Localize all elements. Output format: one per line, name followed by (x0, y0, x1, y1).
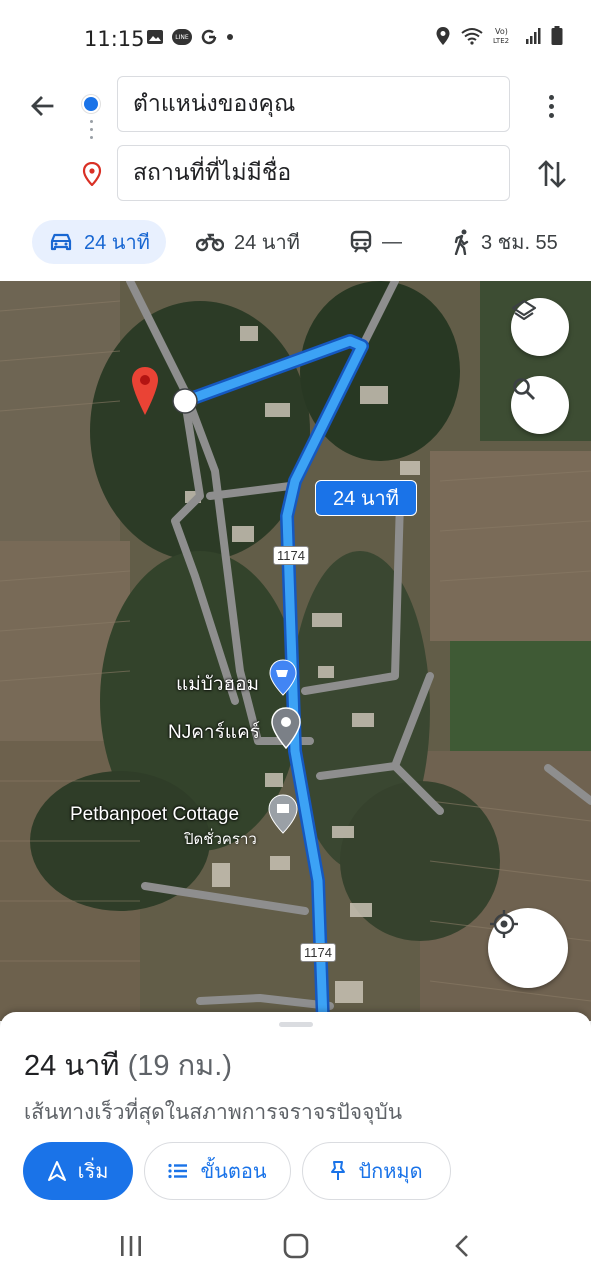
crosshair-icon (490, 910, 518, 938)
back-button[interactable] (22, 86, 62, 126)
tab-motorcycle[interactable]: 24 นาที (196, 220, 300, 264)
recent-apps-button[interactable] (106, 1228, 156, 1264)
route-description: เส้นทางเร็วที่สุดในสภาพการจราจรปัจจุบัน (24, 1101, 403, 1124)
start-button[interactable]: เริ่ม (23, 1142, 133, 1200)
pin-button[interactable]: ปักหมุด (302, 1142, 451, 1200)
origin-field-text: ตำแหน่งของคุณ (133, 90, 296, 116)
destination-field[interactable]: สถานที่ที่ไม่มีชื่อ (117, 145, 510, 201)
pushpin-icon (331, 1161, 346, 1180)
directions-header: ตำแหน่งของคุณ สถานที่ที่ไม่มีชื่อ 24 นาท… (0, 76, 591, 281)
home-button[interactable] (271, 1228, 321, 1264)
walking-icon (454, 229, 469, 255)
swap-icon[interactable] (534, 154, 570, 194)
tab-walking[interactable]: 3 ชม. 55 (453, 220, 558, 264)
car-icon (50, 233, 72, 251)
tab-motorcycle-label: 24 นาที (234, 232, 300, 254)
poi-shop-label[interactable]: แม่บัวฮอม (176, 669, 259, 699)
destination-pin-icon (82, 162, 102, 186)
recent-apps-icon (121, 1236, 141, 1256)
route-duration: 24 นาที (24, 1050, 120, 1082)
status-left-icons: LINE (146, 28, 234, 46)
drag-handle[interactable] (279, 1022, 313, 1027)
poi-cottage-label[interactable]: Petbanpoet Cottage (70, 804, 239, 826)
poi-car-care-label[interactable]: NJคาร์แคร์ (168, 717, 260, 747)
signal-icon (526, 28, 541, 44)
svg-text:LTE2: LTE2 (493, 37, 509, 45)
origin-dot-icon (84, 97, 98, 111)
search-along-route-button[interactable] (511, 376, 569, 434)
destination-field-text: สถานที่ที่ไม่มีชื่อ (133, 159, 292, 185)
tab-driving-label: 24 นาที (84, 232, 150, 254)
travel-mode-tabs: 24 นาที 24 นาที — 3 ชม. 55 (0, 220, 591, 264)
my-location-button[interactable] (488, 908, 568, 988)
pin-button-label: ปักหมุด (358, 1161, 423, 1183)
dot-icon (227, 34, 233, 40)
system-back-button[interactable] (437, 1228, 487, 1264)
layers-button[interactable] (511, 298, 569, 356)
origin-field[interactable]: ตำแหน่งของคุณ (117, 76, 510, 132)
system-nav-bar (0, 1210, 591, 1280)
wifi-icon (461, 28, 483, 45)
line-icon: LINE (172, 29, 192, 45)
google-icon (201, 29, 217, 45)
home-icon (283, 1233, 309, 1259)
road-shield: 1174 (273, 546, 309, 565)
svg-text:Vo): Vo) (495, 27, 508, 36)
motorcycle-icon (196, 233, 224, 252)
connector-dots-icon (90, 120, 93, 150)
more-options-button[interactable] (536, 86, 566, 126)
map-view[interactable]: แม่บัวฮอม NJคาร์แคร์ Petbanpoet Cottage … (0, 281, 591, 1021)
gallery-icon (147, 30, 163, 44)
status-time: 11:15 (84, 27, 145, 51)
status-right-icons: Vo) LTE2 (435, 26, 563, 46)
steps-button[interactable]: ขั้นตอน (144, 1142, 291, 1200)
battery-icon (551, 26, 563, 45)
tab-walking-label: 3 ชม. 55 (481, 232, 558, 254)
layers-icon (511, 299, 537, 321)
tab-transit-label: — (382, 230, 402, 253)
start-button-label: เริ่ม (77, 1161, 109, 1183)
poi-cottage-status: ปิดชั่วคราว (184, 831, 257, 848)
chevron-left-icon (455, 1235, 468, 1257)
tab-driving[interactable]: 24 นาที (32, 220, 166, 264)
location-icon (436, 27, 450, 45)
list-icon (168, 1163, 188, 1179)
navigation-icon (47, 1161, 66, 1181)
route-time-badge[interactable]: 24 นาที (315, 480, 417, 516)
volte-icon: Vo)LTE2 (493, 27, 509, 45)
train-icon (350, 230, 372, 253)
route-summary: 24 นาที (19 กม.) (24, 1042, 232, 1088)
arrow-back-icon (31, 96, 54, 116)
tab-transit[interactable]: — (350, 220, 402, 264)
status-bar: 11:15 LINE Vo) LTE2 (0, 0, 591, 76)
search-icon (513, 378, 535, 400)
road-shield: 1174 (300, 943, 336, 962)
steps-button-label: ขั้นตอน (200, 1161, 267, 1183)
route-distance: (19 กม.) (127, 1050, 232, 1082)
